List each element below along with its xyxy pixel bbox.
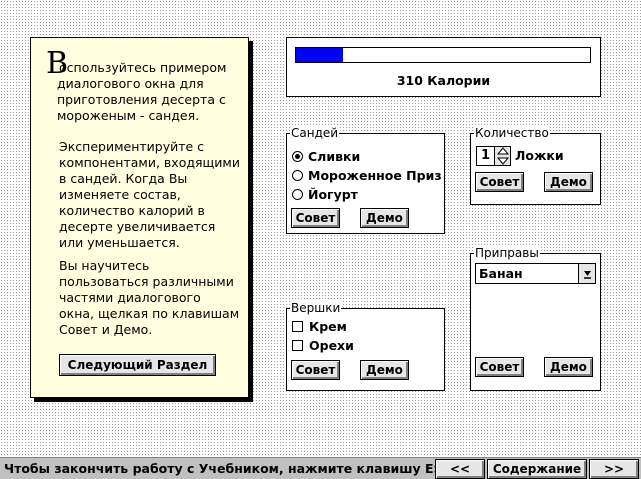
radio-icon: [292, 150, 303, 162]
dropdown-arrow-icon[interactable]: [578, 264, 595, 283]
condiments-demo-button[interactable]: Демо: [544, 357, 593, 377]
sundae-option-ice-cream[interactable]: Мороженное Приз: [292, 167, 442, 183]
quantity-demo-button[interactable]: Демо: [544, 172, 593, 192]
quantity-stepper[interactable]: 1: [476, 146, 511, 166]
condiments-tip-button[interactable]: Совет: [475, 357, 524, 377]
condiments-select[interactable]: Банан: [475, 263, 596, 284]
quantity-group: Количество 1 Ложки Совет Демо: [470, 126, 601, 205]
previous-button[interactable]: <<: [435, 459, 485, 479]
intro-paragraph-2: Экспериментируйте с компонентами, входящ…: [59, 139, 240, 250]
next-button[interactable]: >>: [589, 459, 639, 479]
radio-icon: [292, 169, 303, 181]
toppings-demo-button[interactable]: Демо: [360, 360, 409, 380]
toppings-group: Вершки Крем Орехи Совет Демо: [286, 301, 445, 391]
quantity-legend: Количество: [474, 126, 550, 140]
status-bar: Чтобы закончить работу с Учебником, нажм…: [0, 457, 641, 479]
spin-arrows-icon[interactable]: [495, 147, 511, 165]
intro-panel: В оспользуйтесь примером диалогового окн…: [30, 37, 249, 398]
status-message: Чтобы закончить работу с Учебником, нажм…: [4, 461, 457, 476]
condiments-group: Приправы Банан Совет Демо: [470, 246, 601, 391]
sundae-option-yogurt[interactable]: Йогурт: [292, 186, 358, 202]
quantity-unit: Ложки: [515, 148, 564, 163]
sundae-legend: Сандей: [290, 126, 340, 140]
toppings-tip-button[interactable]: Совет: [291, 360, 340, 380]
sundae-group: Сандей Сливки Мороженное Приз Йогурт Сов…: [286, 126, 445, 234]
quantity-value: 1: [480, 148, 491, 163]
calories-panel: 310 Калории: [286, 37, 601, 97]
radio-icon: [292, 188, 303, 200]
sundae-demo-button[interactable]: Демо: [360, 208, 409, 228]
calories-label: 310 Калории: [396, 73, 491, 88]
quantity-tip-button[interactable]: Совет: [475, 172, 524, 192]
toppings-legend: Вершки: [290, 301, 342, 315]
topping-option-nuts[interactable]: Орехи: [292, 337, 354, 353]
intro-paragraph-1: оспользуйтесь примером диалогового окна …: [57, 60, 227, 123]
calories-progress-bar: [295, 47, 591, 63]
condiments-legend: Приправы: [474, 246, 540, 260]
calories-progress-fill: [296, 48, 344, 62]
checkbox-icon: [292, 320, 303, 332]
intro-paragraph-3: Вы научитесь пользоваться различными час…: [59, 258, 240, 337]
sundae-tip-button[interactable]: Совет: [291, 208, 340, 228]
sundae-option-cream[interactable]: Сливки: [292, 148, 360, 164]
checkbox-icon: [292, 339, 303, 351]
next-section-button[interactable]: Следующий Раздел: [59, 354, 216, 376]
condiments-selected-value: Банан: [479, 266, 523, 281]
contents-button[interactable]: Содержание: [487, 459, 587, 479]
topping-option-cream[interactable]: Крем: [292, 318, 347, 334]
